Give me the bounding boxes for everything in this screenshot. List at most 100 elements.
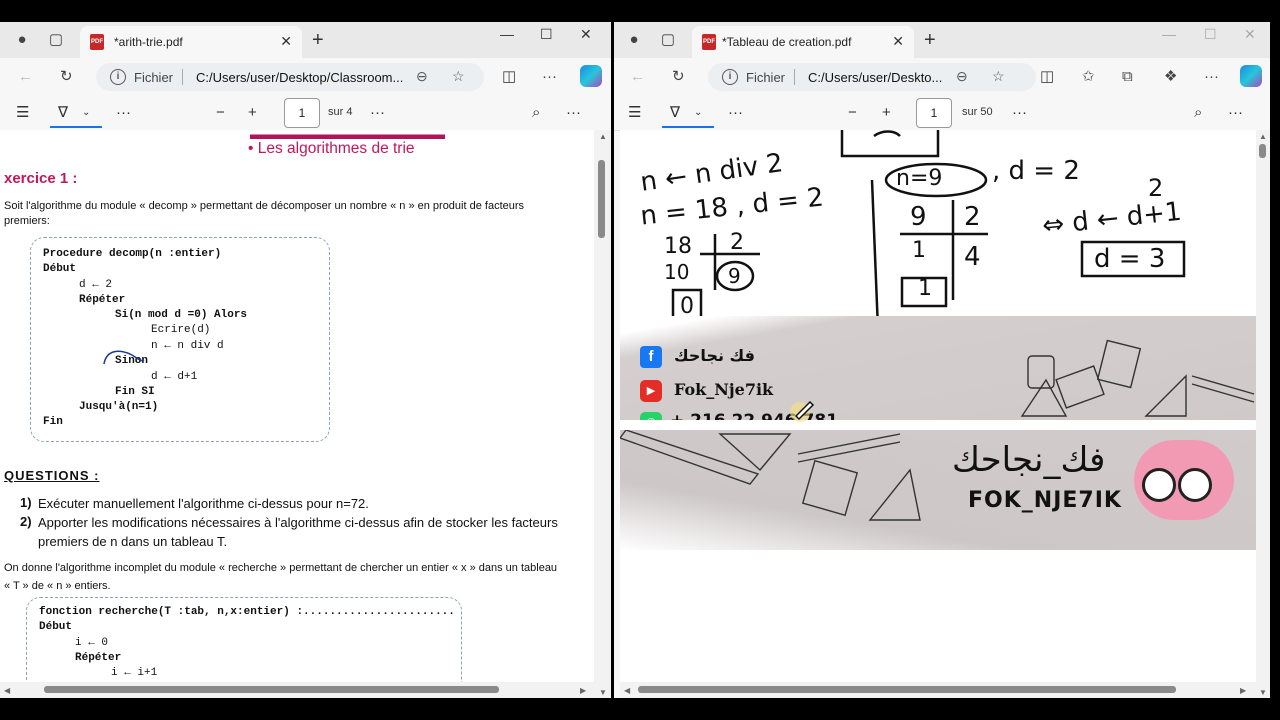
- code-line: d ← d+1: [151, 371, 198, 383]
- contact-banner: f فك نجاحك ▶ Fok_Nje7ik ✆ + 216 22 946 7…: [620, 316, 1256, 434]
- zoom-icon[interactable]: ⊖: [956, 68, 968, 85]
- copilot-icon[interactable]: [580, 65, 602, 87]
- contents-icon[interactable]: ☰: [628, 103, 641, 123]
- page-count: sur 50: [962, 106, 993, 118]
- search-icon[interactable]: ⌕: [1194, 103, 1202, 123]
- horizontal-scrollbar[interactable]: ◀ ▶: [620, 682, 1256, 698]
- minimize-button[interactable]: —: [1162, 26, 1176, 42]
- facebook-icon[interactable]: f: [640, 346, 662, 368]
- back-icon[interactable]: ←: [630, 67, 645, 87]
- profile-icon[interactable]: ●: [12, 30, 32, 50]
- close-window-button[interactable]: ✕: [1244, 26, 1256, 43]
- draw-tool-button[interactable]: ∇ ⌄: [662, 100, 714, 128]
- more-menu-icon[interactable]: ···: [542, 67, 557, 87]
- more-tools-icon[interactable]: ···: [728, 103, 743, 123]
- draw-icon: ∇: [670, 104, 681, 121]
- code-line: Répéter: [79, 294, 126, 306]
- zoom-icon[interactable]: ⊖: [416, 68, 428, 85]
- favorites-icon[interactable]: ✩: [1082, 67, 1095, 87]
- division-remainder: 10: [664, 260, 690, 284]
- tab-actions-icon[interactable]: ▢: [658, 30, 678, 50]
- info-icon[interactable]: i: [110, 69, 126, 85]
- zoom-in-icon[interactable]: +: [882, 103, 891, 123]
- code-box-decomp: Procedure decomp(n :entier) Début d ← 2 …: [30, 237, 330, 442]
- more-options-icon[interactable]: ···: [1012, 103, 1027, 123]
- logo-arabic-text: فك_نجاحك: [952, 440, 1106, 480]
- draw-icon: ∇: [58, 104, 69, 121]
- pdf-page-left: ▬▬▬▬▬▬▬▬▬▬▬▬▬ • Les algorithmes de trie …: [0, 130, 594, 698]
- more-tools-icon[interactable]: ···: [116, 103, 131, 123]
- more-options-icon[interactable]: ···: [370, 103, 385, 123]
- brain-mascot-logo: [1134, 440, 1234, 520]
- code-line: n ← n div d: [151, 340, 224, 352]
- split-screen-icon[interactable]: ◫: [1040, 67, 1054, 87]
- url-text[interactable]: C:/Users/user/Desktop/Classroom...: [196, 70, 403, 85]
- url-text[interactable]: C:/Users/user/Deskto...: [808, 70, 942, 85]
- address-bar[interactable]: i Fichier C:/Users/user/Desktop/Classroo…: [96, 63, 484, 91]
- vertical-scrollbar[interactable]: ▲ ▼: [594, 130, 611, 698]
- page-number-input[interactable]: 1: [284, 98, 320, 128]
- stationery-doodles: [620, 430, 921, 521]
- close-tab-icon[interactable]: ✕: [892, 33, 904, 50]
- code-line: Si(n mod d =0) Alors: [115, 309, 248, 321]
- split-screen-icon[interactable]: ◫: [502, 67, 516, 87]
- horizontal-scrollbar[interactable]: ◀ ▶: [0, 682, 594, 698]
- contents-icon[interactable]: ☰: [16, 103, 29, 123]
- favorite-star-icon[interactable]: ☆: [452, 68, 465, 85]
- scroll-thumb[interactable]: [44, 686, 499, 693]
- overflow-menu-icon[interactable]: ···: [1228, 103, 1243, 123]
- zoom-out-icon[interactable]: −: [848, 103, 857, 123]
- draw-tool-button[interactable]: ∇ ⌄: [50, 100, 102, 128]
- scroll-thumb[interactable]: [598, 160, 605, 238]
- info-icon[interactable]: i: [722, 69, 738, 85]
- refresh-icon[interactable]: ↻: [60, 67, 73, 87]
- new-tab-button[interactable]: +: [312, 30, 324, 50]
- division-remainder: 1: [912, 238, 926, 263]
- page-number-input[interactable]: 1: [916, 98, 952, 128]
- scroll-thumb[interactable]: [1259, 144, 1266, 158]
- maximize-button[interactable]: ☐: [540, 26, 553, 43]
- close-window-button[interactable]: ✕: [580, 26, 592, 43]
- bullet-heading: • Les algorithmes de trie: [248, 140, 415, 157]
- zoom-in-icon[interactable]: +: [248, 103, 257, 123]
- scroll-thumb[interactable]: [638, 686, 1176, 693]
- code-line: Fin SI: [115, 386, 155, 398]
- refresh-icon[interactable]: ↻: [672, 67, 685, 87]
- tab-arith-trie[interactable]: PDF *arith-trie.pdf ✕: [80, 26, 302, 58]
- tab-actions-icon[interactable]: ▢: [46, 30, 66, 50]
- question-2: Apporter les modifications nécessaires à…: [38, 515, 558, 530]
- tab-tableau-creation[interactable]: PDF *Tableau de creation.pdf ✕: [692, 26, 914, 58]
- questions-title: QUESTIONS :: [4, 468, 100, 483]
- division-divisor: 2: [964, 202, 981, 232]
- back-icon[interactable]: ←: [18, 67, 33, 87]
- address-bar-row: ← ↻ i Fichier C:/Users/user/Desktop/Clas…: [0, 58, 611, 96]
- youtube-icon[interactable]: ▶: [640, 380, 662, 402]
- question-2: premiers de n dans un tableau T.: [38, 534, 228, 549]
- address-bar[interactable]: i Fichier C:/Users/user/Deskto... ⊖ ☆: [708, 63, 1036, 91]
- collections-icon[interactable]: ⧉: [1122, 67, 1133, 87]
- tab-title: *Tableau de creation.pdf: [722, 35, 852, 49]
- close-tab-icon[interactable]: ✕: [280, 33, 292, 50]
- code-line: i ← 0: [75, 637, 109, 649]
- maximize-button[interactable]: ☐: [1204, 26, 1217, 43]
- code-line: Début: [43, 263, 77, 275]
- stationery-doodles: [1020, 339, 1255, 417]
- new-tab-button[interactable]: +: [924, 30, 936, 50]
- vertical-scrollbar[interactable]: ▲ ▼: [1256, 130, 1270, 698]
- overflow-menu-icon[interactable]: ···: [566, 103, 581, 123]
- zoom-out-icon[interactable]: −: [216, 103, 225, 123]
- more-menu-icon[interactable]: ···: [1204, 67, 1219, 87]
- question-1: Exécuter manuellement l'algorithme ci-de…: [38, 496, 369, 511]
- minimize-button[interactable]: —: [500, 26, 514, 42]
- code-line: Procedure decomp(n :entier): [43, 248, 222, 260]
- favorite-star-icon[interactable]: ☆: [992, 68, 1005, 85]
- question-number: 1): [20, 495, 32, 510]
- address-bar-row: ← ↻ i Fichier C:/Users/user/Deskto... ⊖ …: [614, 58, 1270, 96]
- extensions-icon[interactable]: ❖: [1164, 67, 1177, 87]
- copilot-icon[interactable]: [1240, 65, 1262, 87]
- search-icon[interactable]: ⌕: [532, 103, 540, 123]
- profile-icon[interactable]: ●: [624, 30, 644, 50]
- pen-cursor-icon: [790, 400, 815, 422]
- tab-strip: ● ▢ PDF *arith-trie.pdf ✕ + — ☐ ✕: [0, 22, 611, 58]
- handwritten-line: , d = 2: [992, 156, 1080, 186]
